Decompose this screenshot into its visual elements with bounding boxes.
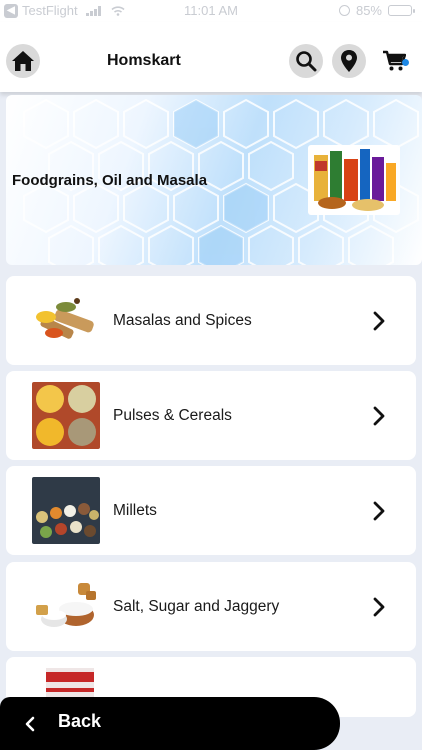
chevron-right-icon — [373, 311, 385, 331]
app-title: Homskart — [107, 52, 181, 69]
location-button[interactable] — [332, 44, 366, 78]
search-icon — [296, 51, 317, 72]
category-item-millets[interactable]: Millets — [6, 466, 416, 555]
category-label: Salt, Sugar and Jaggery — [113, 598, 280, 615]
grocery-products-image — [308, 145, 400, 215]
category-label: Masalas and Spices — [113, 312, 252, 329]
category-label: Millets — [113, 502, 157, 519]
app-header: Homskart — [0, 22, 422, 92]
pulses-image — [32, 382, 100, 449]
chevron-left-icon — [25, 716, 35, 732]
grocery-products-illustration — [314, 149, 396, 211]
battery-icon — [388, 5, 415, 16]
search-button[interactable] — [289, 44, 323, 78]
back-label: Back — [58, 711, 102, 731]
category-item-pulses[interactable]: Pulses & Cereals — [6, 371, 416, 460]
spices-image — [32, 287, 100, 354]
battery-percent: 85% — [355, 3, 382, 18]
back-button[interactable]: Back — [0, 697, 340, 750]
cart-badge — [402, 59, 409, 66]
category-item-salt-sugar[interactable]: Salt, Sugar and Jaggery — [6, 562, 416, 651]
status-bar: ◀ TestFlight 11:01 AM 85% — [0, 0, 422, 22]
location-pin-icon — [341, 50, 357, 72]
chevron-right-icon — [373, 501, 385, 521]
category-item-masalas[interactable]: Masalas and Spices — [6, 276, 416, 365]
home-button[interactable] — [6, 44, 40, 78]
chevron-right-icon — [373, 406, 385, 426]
millets-image — [32, 477, 100, 544]
category-label: Pulses & Cereals — [113, 407, 232, 424]
status-right: 85% — [338, 3, 415, 18]
home-icon — [12, 51, 34, 71]
banner-title: Foodgrains, Oil and Masala — [12, 172, 208, 189]
screen: ◀ TestFlight 11:01 AM 85% Homskart Foodg… — [0, 0, 422, 750]
chevron-right-icon — [373, 597, 385, 617]
orientation-lock-icon — [338, 5, 350, 16]
category-banner: Foodgrains, Oil and Masala — [6, 95, 422, 265]
salt-sugar-image — [32, 573, 100, 640]
